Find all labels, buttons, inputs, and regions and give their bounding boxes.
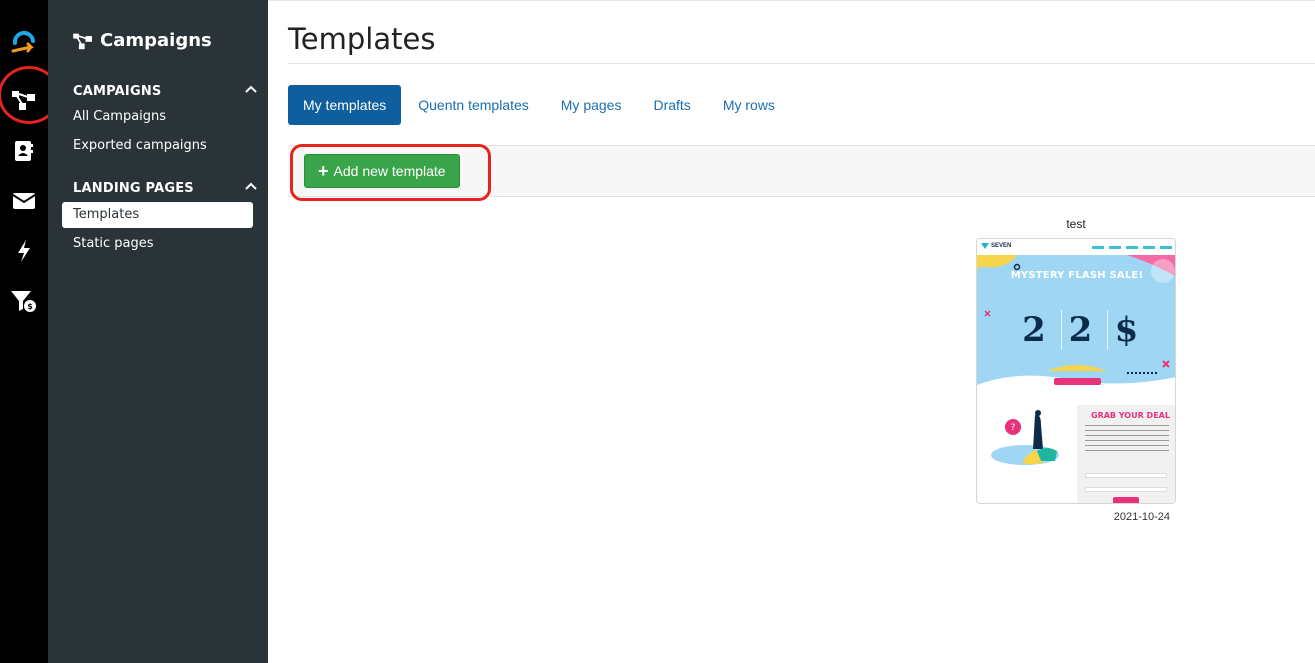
- tab-quentn-templates[interactable]: Quentn templates: [403, 85, 544, 125]
- page-title: Templates: [288, 22, 436, 56]
- sidebar-title-label: Campaigns: [100, 30, 212, 51]
- sidebar-item-static-pages[interactable]: Static pages: [62, 231, 253, 257]
- sidebar-title: Campaigns: [72, 30, 212, 51]
- divider: [288, 63, 1315, 64]
- svg-text:$: $: [27, 302, 33, 311]
- thumbnail-form: GRAB YOUR DEAL: [1077, 405, 1175, 503]
- thumbnail-digit: 2: [1061, 310, 1099, 350]
- email-icon[interactable]: [0, 186, 48, 216]
- add-new-template-button[interactable]: + Add new template: [304, 154, 460, 188]
- main-content: Templates My templates Quentn templates …: [268, 0, 1315, 663]
- logo-icon[interactable]: [0, 26, 48, 56]
- thumbnail-nav-links: [1092, 246, 1172, 249]
- automation-icon[interactable]: [0, 236, 48, 266]
- template-name: test: [1066, 217, 1086, 231]
- thumbnail-digit: $: [1107, 310, 1145, 350]
- funnel-revenue-icon[interactable]: $: [0, 286, 48, 316]
- tab-my-templates[interactable]: My templates: [288, 85, 402, 125]
- thumbnail-illustration: ?: [991, 410, 1059, 465]
- campaigns-icon: [73, 33, 92, 49]
- toolbar: + Add new template: [288, 145, 1315, 197]
- thumbnail-digit: 2: [1022, 310, 1046, 350]
- thumbnail-form-title: GRAB YOUR DEAL: [1091, 411, 1170, 420]
- thumbnail-form-field: [1085, 473, 1167, 478]
- thumbnail-form-field: [1085, 487, 1167, 492]
- template-card[interactable]: SEVEN MYSTERY FLASH SALE! 2 2 $ ? GRAB Y…: [976, 238, 1176, 504]
- sidebar: Campaigns CAMPAIGNS All Campaigns Export…: [48, 0, 268, 663]
- thumbnail-nav: SEVEN: [977, 239, 1175, 255]
- thumbnail-hero: MYSTERY FLASH SALE! 2 2 $: [977, 255, 1175, 395]
- svg-text:?: ?: [1011, 423, 1016, 433]
- plus-icon: +: [318, 161, 329, 181]
- contacts-icon[interactable]: [0, 136, 48, 166]
- thumbnail-form-text: [1085, 425, 1169, 453]
- tab-bar: My templates Quentn templates My pages D…: [288, 85, 792, 125]
- sidebar-item-exported-campaigns[interactable]: Exported campaigns: [62, 133, 253, 159]
- thumbnail-lower: ? GRAB YOUR DEAL: [977, 395, 1175, 503]
- template-date: 2021-10-24: [1113, 511, 1170, 523]
- section-label: LANDING PAGES: [73, 181, 194, 196]
- tab-my-rows[interactable]: My rows: [708, 85, 790, 125]
- icon-rail: $: [0, 0, 60, 663]
- campaigns-icon[interactable]: [0, 85, 48, 115]
- thumbnail-form-submit: [1113, 497, 1139, 503]
- tab-drafts[interactable]: Drafts: [638, 85, 705, 125]
- add-button-label: Add new template: [333, 163, 446, 179]
- thumbnail-cta: [1054, 378, 1101, 385]
- section-label: CAMPAIGNS: [73, 84, 162, 99]
- thumbnail-countdown: 2 2 $: [1015, 295, 1145, 365]
- thumbnail-logo: SEVEN: [981, 243, 1011, 249]
- tab-my-pages[interactable]: My pages: [546, 85, 637, 125]
- section-landing-pages[interactable]: LANDING PAGES: [73, 181, 258, 196]
- chevron-up-icon[interactable]: [244, 181, 258, 191]
- thumbnail-headline: MYSTERY FLASH SALE!: [1010, 270, 1144, 281]
- sidebar-item-all-campaigns[interactable]: All Campaigns: [62, 104, 253, 130]
- chevron-up-icon[interactable]: [244, 84, 258, 94]
- sidebar-item-templates[interactable]: Templates: [62, 202, 253, 228]
- section-campaigns[interactable]: CAMPAIGNS: [73, 84, 258, 99]
